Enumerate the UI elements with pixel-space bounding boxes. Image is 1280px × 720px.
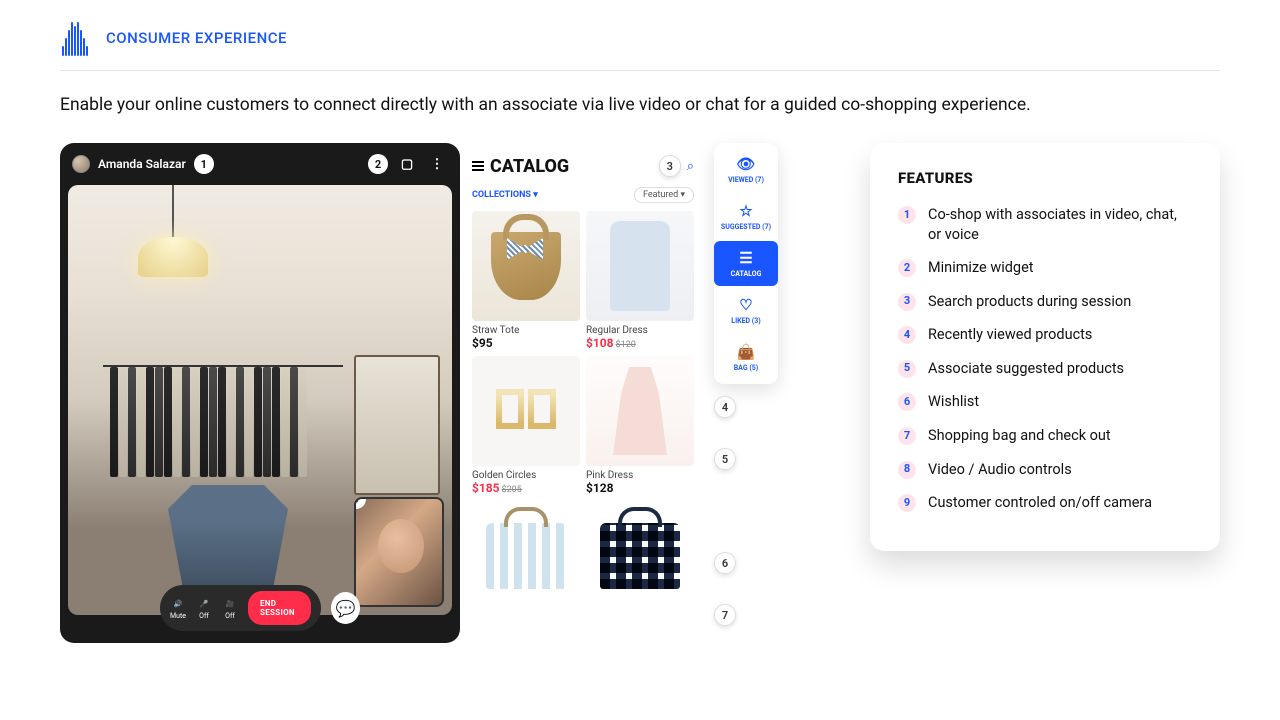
annotation-column: 4 5 6 7	[710, 384, 740, 626]
product-card[interactable]	[586, 501, 694, 611]
minimize-icon[interactable]: ▢	[396, 153, 418, 175]
features-heading: FEATURES	[898, 169, 1192, 187]
features-card: FEATURES 1Co-shop with associates in vid…	[870, 143, 1220, 551]
feature-item: 7Shopping bag and check out	[898, 426, 1192, 446]
rail-catalog[interactable]: ☰CATALOG	[714, 241, 778, 286]
feature-item: 9Customer controled on/off camera	[898, 493, 1192, 513]
product-name: Golden Circles	[472, 470, 580, 481]
sort-dropdown[interactable]: Featured ▾	[634, 187, 694, 203]
volume-icon: 🔊	[170, 597, 186, 611]
feature-item: 1Co-shop with associates in video, chat,…	[898, 205, 1192, 244]
annotation-badge-9: 9	[354, 497, 366, 509]
collections-dropdown[interactable]: COLLECTIONS ▾	[472, 190, 538, 200]
brand-logo-icon	[60, 20, 90, 56]
chevron-down-icon: ▾	[533, 190, 538, 200]
rail-viewed[interactable]: 👁VIEWED (7)	[714, 147, 778, 192]
feature-item: 5Associate suggested products	[898, 359, 1192, 379]
side-rail: 👁VIEWED (7) ☆SUGGESTED (7) ☰CATALOG ♡LIK…	[714, 143, 778, 384]
rail-suggested[interactable]: ☆SUGGESTED (7)	[714, 194, 778, 239]
list-icon: ☰	[739, 249, 752, 267]
page-tagline: Enable your online customers to connect …	[60, 95, 1220, 115]
mic-icon: 🎤	[196, 597, 212, 611]
annotation-badge-4: 4	[714, 396, 736, 418]
catalog-panel: CATALOG 3 ⌕ COLLECTIONS ▾ Featured ▾ Str…	[462, 143, 704, 643]
product-card[interactable]	[472, 501, 580, 611]
chat-icon: 💬	[336, 599, 356, 618]
associate-avatar	[72, 155, 90, 173]
bag-icon: 👜	[737, 343, 756, 361]
chevron-down-icon: ▾	[680, 190, 685, 200]
product-mockup: Amanda Salazar 1 2 ▢ ⋮	[60, 143, 810, 643]
feature-item: 4Recently viewed products	[898, 325, 1192, 345]
annotation-badge-7: 7	[714, 604, 736, 626]
product-name: Regular Dress	[586, 325, 694, 336]
annotation-badge-2: 2	[368, 154, 388, 174]
camera-button[interactable]: 🎥Off	[222, 597, 238, 620]
product-price: $185$205	[472, 481, 580, 495]
end-session-button[interactable]: END SESSION	[248, 591, 311, 625]
star-icon: ☆	[739, 202, 752, 220]
mic-button[interactable]: 🎤Off	[196, 597, 212, 620]
chat-button[interactable]: 💬	[331, 592, 360, 624]
feature-item: 3Search products during session	[898, 292, 1192, 312]
rail-bag[interactable]: 👜BAG (5)	[714, 335, 778, 380]
heart-icon: ♡	[739, 296, 752, 314]
video-controls: 🔊Mute 🎤Off 🎥Off END SESSION 💬	[160, 585, 360, 631]
product-card[interactable]: Golden Circles $185$205	[472, 356, 580, 495]
store-video-feed: 9	[68, 185, 452, 615]
feature-item: 8Video / Audio controls	[898, 460, 1192, 480]
video-panel: Amanda Salazar 1 2 ▢ ⋮	[60, 143, 460, 643]
product-name: Pink Dress	[586, 470, 694, 481]
product-price: $95	[472, 336, 580, 350]
mute-button[interactable]: 🔊Mute	[170, 597, 186, 620]
associate-name: Amanda Salazar	[98, 157, 186, 171]
annotation-badge-6: 6	[714, 552, 736, 574]
self-camera-view[interactable]: 9	[354, 497, 444, 607]
search-icon[interactable]: ⌕	[687, 159, 694, 174]
product-card[interactable]: Regular Dress $108$120	[586, 211, 694, 350]
annotation-badge-3: 3	[659, 155, 681, 177]
catalog-title: CATALOG	[472, 156, 569, 177]
breadcrumb[interactable]: CONSUMER EXPERIENCE	[106, 29, 287, 47]
product-price: $128	[586, 481, 694, 495]
eye-icon: 👁	[736, 155, 755, 173]
menu-icon[interactable]	[472, 161, 484, 171]
camera-icon: 🎥	[222, 597, 238, 611]
page-header: CONSUMER EXPERIENCE	[60, 20, 1220, 71]
annotation-badge-5: 5	[714, 448, 736, 470]
rail-liked[interactable]: ♡LIKED (3)	[714, 288, 778, 333]
annotation-badge-1: 1	[194, 154, 214, 174]
product-name: Straw Tote	[472, 325, 580, 336]
more-icon[interactable]: ⋮	[426, 153, 448, 175]
product-card[interactable]: Pink Dress $128	[586, 356, 694, 495]
feature-item: 2Minimize widget	[898, 258, 1192, 278]
product-price: $108$120	[586, 336, 694, 350]
feature-item: 6Wishlist	[898, 392, 1192, 412]
product-card[interactable]: Straw Tote $95	[472, 211, 580, 350]
